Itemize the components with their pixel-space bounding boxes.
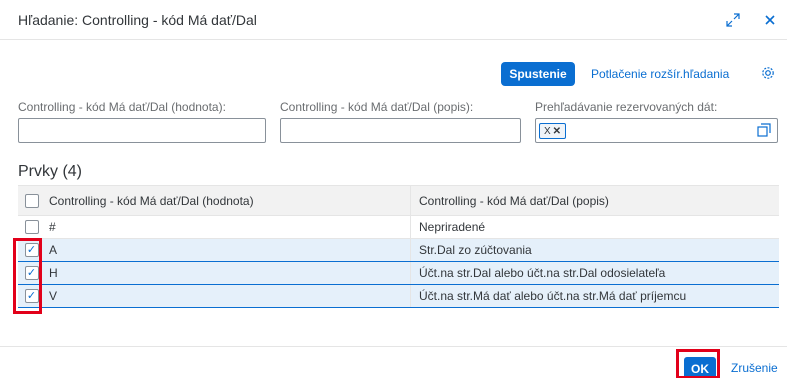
cell-value: V xyxy=(49,289,58,303)
cell-description: Str.Dal zo zúčtovania xyxy=(410,239,779,261)
token[interactable]: X ✕ xyxy=(539,123,566,139)
cell-description: Účt.na str.Má dať alebo účt.na str.Má da… xyxy=(410,285,779,307)
table-row[interactable]: # Nepriradené xyxy=(18,216,779,239)
value-filter-label: Controlling - kód Má dať/Dal (hodnota): xyxy=(18,100,226,114)
reserved-filter-multiinput[interactable]: X ✕ xyxy=(535,118,778,143)
cell-description: Účt.na str.Dal alebo účt.na str.Dal odos… xyxy=(410,262,779,284)
hide-filter-link[interactable]: Potlačenie rozšír.hľadania xyxy=(591,67,729,81)
dialog-title: Hľadanie: Controlling - kód Má dať/Dal xyxy=(18,12,257,28)
description-filter-label: Controlling - kód Má dať/Dal (popis): xyxy=(280,100,474,114)
close-icon[interactable] xyxy=(760,10,780,30)
reserved-filter-label: Prehľadávanie rezervovaných dát: xyxy=(535,100,718,114)
table-row[interactable]: ✓ A Str.Dal zo zúčtovania xyxy=(18,239,779,262)
cell-value: # xyxy=(49,220,56,234)
filter-toolbar: Spustenie Potlačenie rozšír.hľadania xyxy=(0,62,787,86)
dialog-header: Hľadanie: Controlling - kód Má dať/Dal xyxy=(0,0,787,40)
dialog-footer: OK Zrušenie xyxy=(0,346,787,378)
items-table: Controlling - kód Má dať/Dal (hodnota) C… xyxy=(18,185,779,308)
cancel-button[interactable]: Zrušenie xyxy=(731,361,778,375)
table-header: Controlling - kód Má dať/Dal (hodnota) C… xyxy=(18,185,779,216)
select-all-checkbox[interactable] xyxy=(24,193,39,208)
cell-description: Nepriradené xyxy=(410,216,779,238)
token-remove-icon[interactable]: ✕ xyxy=(553,126,561,137)
table-row[interactable]: ✓ V Účt.na str.Má dať alebo účt.na str.M… xyxy=(18,285,779,308)
value-filter-input[interactable] xyxy=(18,118,266,143)
cell-value: A xyxy=(49,243,58,257)
row-checkbox[interactable] xyxy=(24,220,39,234)
column-header-description[interactable]: Controlling - kód Má dať/Dal (popis) xyxy=(410,186,779,215)
value-help-icon[interactable] xyxy=(757,123,771,137)
column-header-value[interactable]: Controlling - kód Má dať/Dal (hodnota) xyxy=(45,194,410,208)
ok-highlight-frame xyxy=(676,349,720,378)
token-text: X xyxy=(543,125,551,137)
description-filter-input[interactable] xyxy=(280,118,521,143)
expand-icon[interactable] xyxy=(723,10,743,30)
gear-icon[interactable] xyxy=(760,65,776,81)
checkbox-highlight-frame xyxy=(13,238,42,314)
items-title: Prvky (4) xyxy=(18,163,82,180)
go-button[interactable]: Spustenie xyxy=(501,62,575,86)
table-row[interactable]: ✓ H Účt.na str.Dal alebo účt.na str.Dal … xyxy=(18,262,779,285)
cell-value: H xyxy=(49,266,58,280)
